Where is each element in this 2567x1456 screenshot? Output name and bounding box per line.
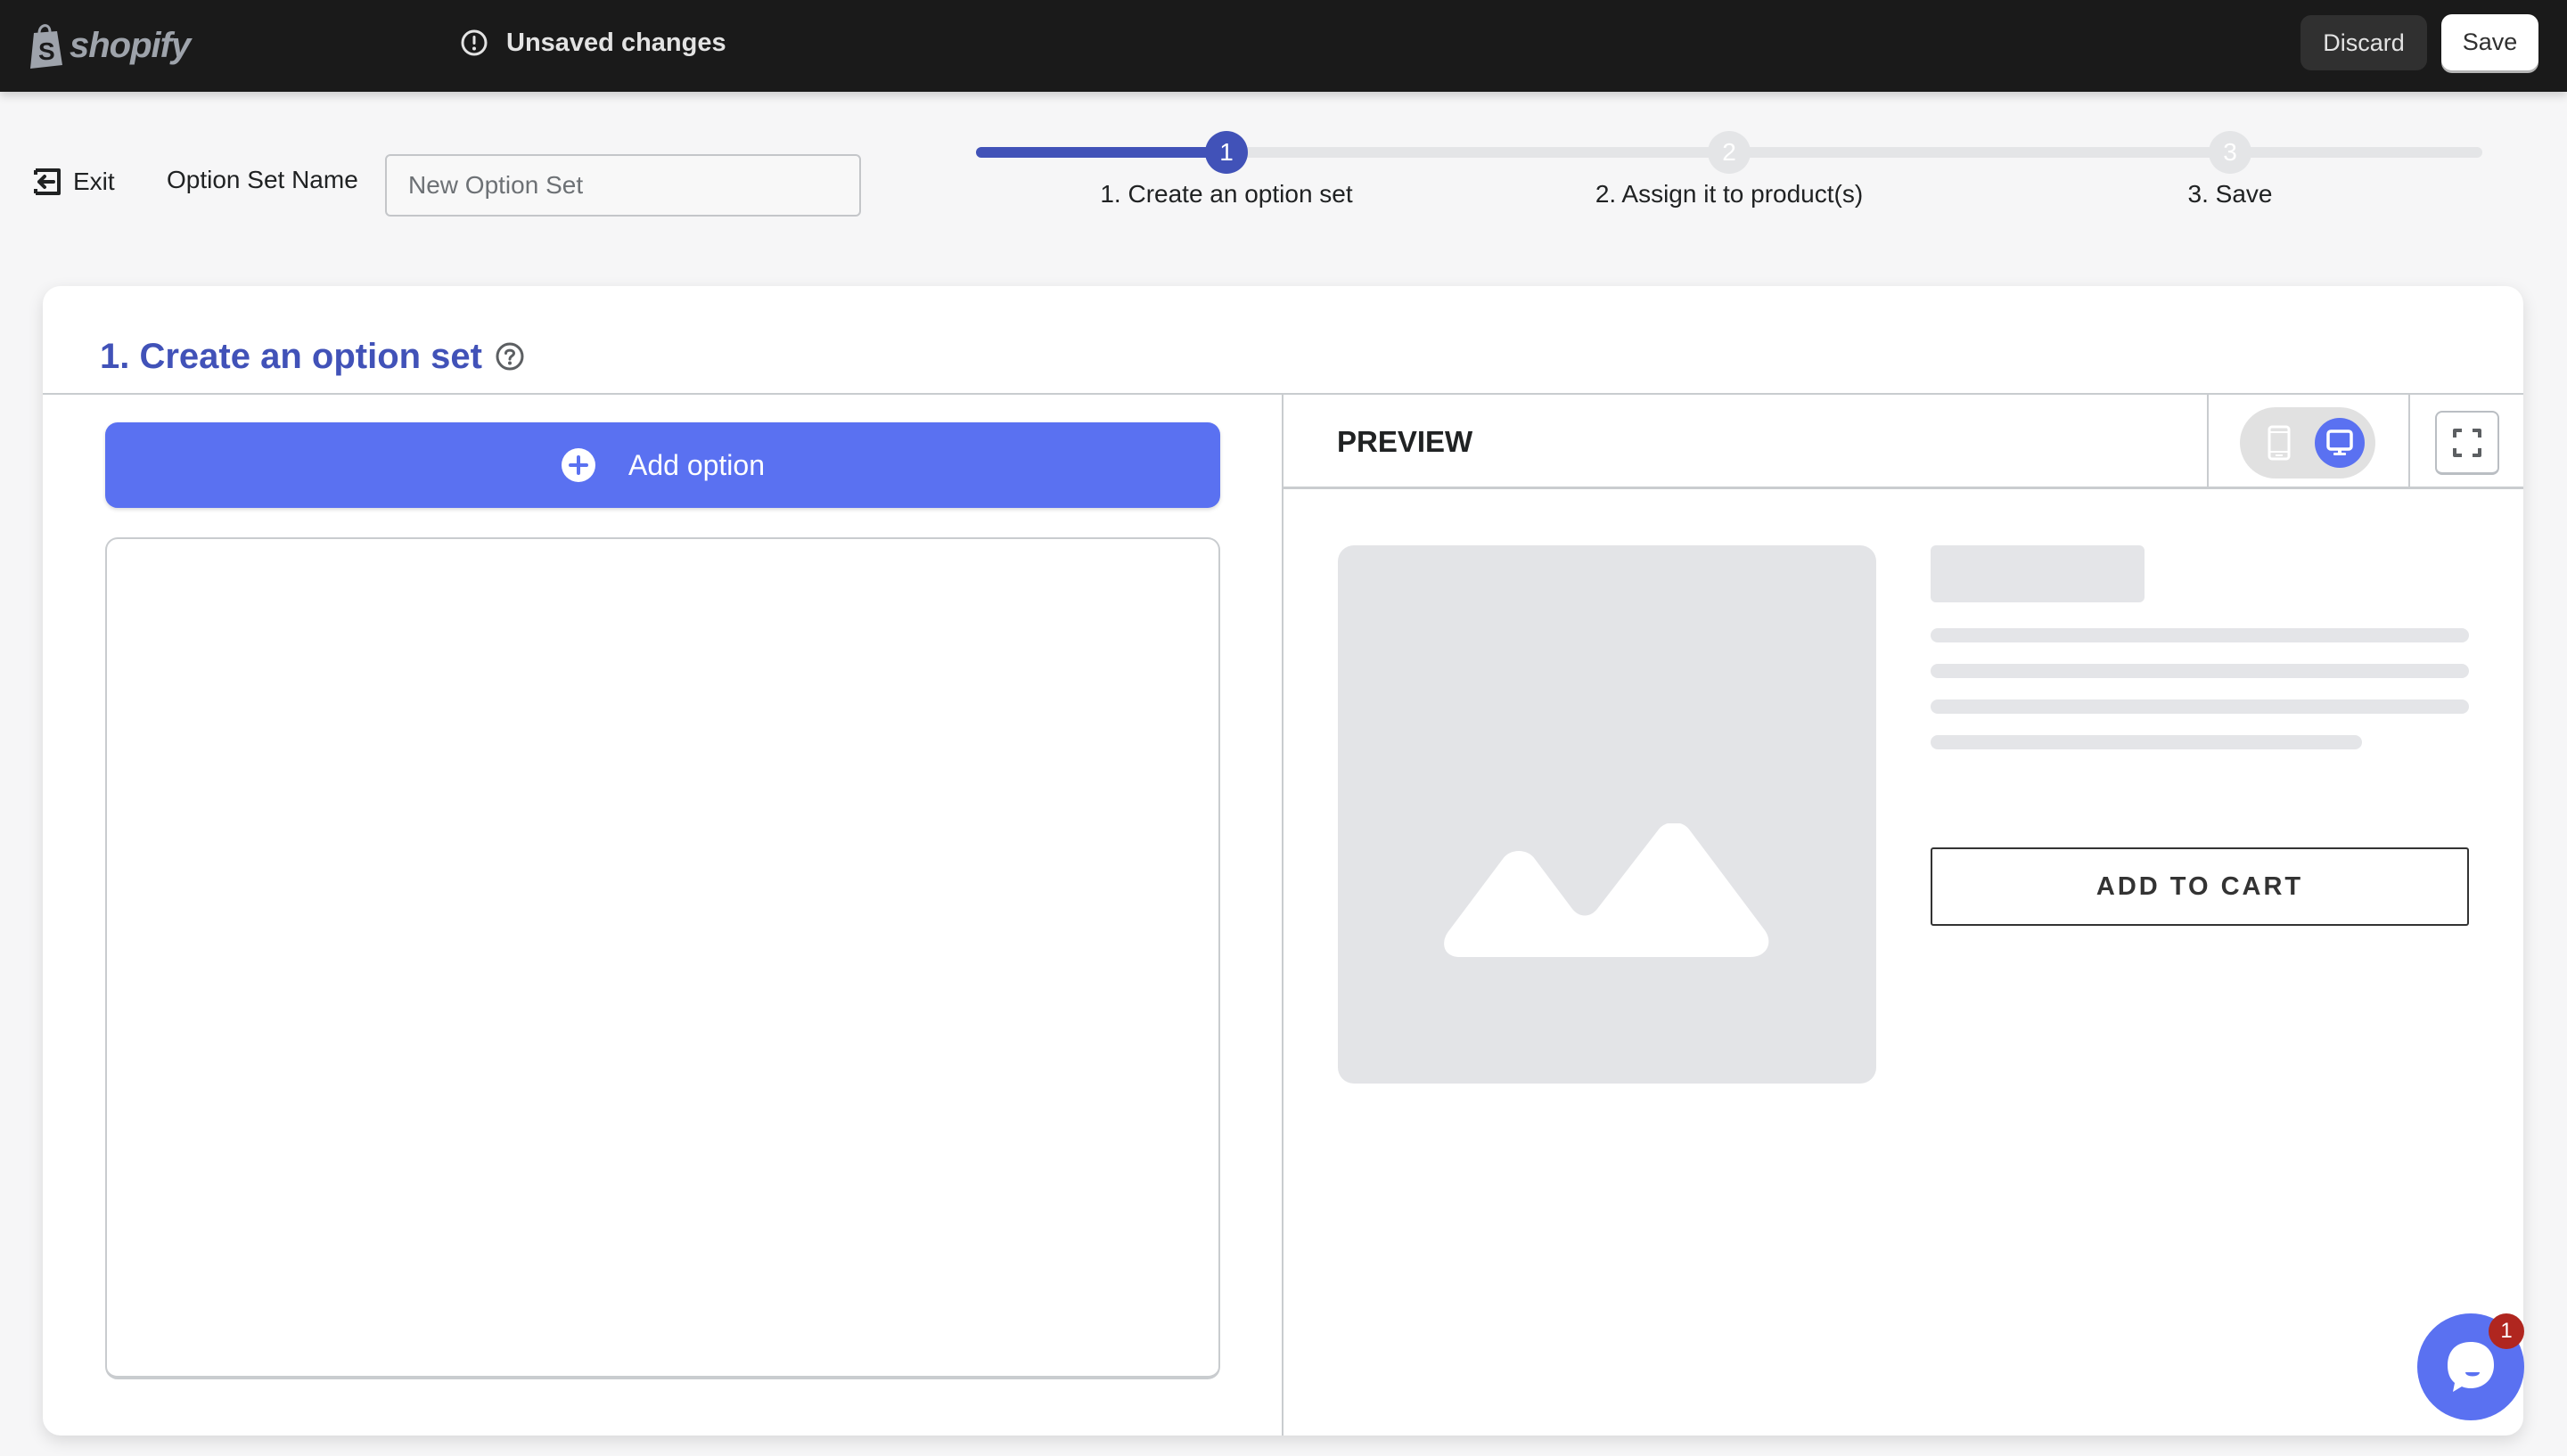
chat-bubble-icon (2448, 1342, 2494, 1392)
step-2-label: 2. Assign it to product(s) (1595, 180, 1864, 208)
fullscreen-icon (2453, 428, 2481, 457)
shopify-bag-icon: S (30, 24, 62, 69)
image-placeholder-icon (1444, 823, 1769, 957)
exit-arrow-icon (34, 168, 61, 195)
alert-circle-icon (461, 29, 488, 56)
add-to-cart-button[interactable]: ADD TO CART (1931, 847, 2469, 926)
text-skeleton-line (1931, 628, 2469, 642)
stepper-progress (976, 147, 1233, 158)
text-skeleton-line (1931, 664, 2469, 678)
question-circle-icon[interactable] (495, 341, 525, 372)
exit-label: Exit (73, 168, 115, 195)
preview-header: PREVIEW (1284, 395, 2523, 489)
option-set-name-input[interactable] (385, 154, 861, 217)
unsaved-changes-text: Unsaved changes (506, 28, 726, 57)
step-3-label: 3. Save (2187, 180, 2273, 208)
option-set-card: 1. Create an option set Add option PREVI… (43, 286, 2523, 1436)
top-bar: S shopify Unsaved changes Discard Save (0, 0, 2567, 92)
option-set-name-label: Option Set Name (167, 166, 358, 193)
step-1-label: 1. Create an option set (1100, 180, 1353, 208)
unsaved-changes-status: Unsaved changes (460, 0, 726, 86)
exit-button[interactable]: Exit (32, 162, 115, 201)
mobile-view-button[interactable] (2256, 420, 2302, 466)
shopify-logo: S shopify (27, 18, 191, 73)
mobile-icon (2268, 425, 2291, 461)
product-image-placeholder (1338, 545, 1876, 1084)
step-1-indicator[interactable]: 1 (1205, 131, 1248, 174)
step-3-indicator[interactable]: 3 (2209, 131, 2251, 174)
plus-circle-icon (561, 448, 595, 482)
chat-notification-badge: 1 (2489, 1313, 2524, 1349)
view-mode-toggle (2240, 407, 2375, 479)
desktop-icon (2326, 429, 2353, 455)
save-button[interactable]: Save (2441, 14, 2538, 70)
logo-text: shopify (70, 25, 191, 65)
text-skeleton-line (1931, 735, 2362, 749)
text-skeleton-line (1931, 699, 2469, 714)
svg-text:S: S (38, 37, 55, 65)
fullscreen-button[interactable] (2435, 411, 2499, 475)
preview-title: PREVIEW (1337, 425, 1473, 458)
add-option-button[interactable]: Add option (105, 422, 1220, 508)
options-list (105, 537, 1220, 1379)
header-separator (2408, 395, 2410, 489)
panel-divider (1282, 393, 1284, 1436)
add-option-label: Add option (627, 448, 765, 481)
discard-button[interactable]: Discard (2300, 15, 2427, 70)
desktop-view-button[interactable] (2315, 418, 2365, 468)
card-title-text: 1. Create an option set (100, 336, 482, 376)
header-separator (2207, 395, 2209, 489)
step-2-indicator[interactable]: 2 (1708, 131, 1751, 174)
title-skeleton (1931, 545, 2145, 602)
card-title: 1. Create an option set (100, 318, 525, 395)
